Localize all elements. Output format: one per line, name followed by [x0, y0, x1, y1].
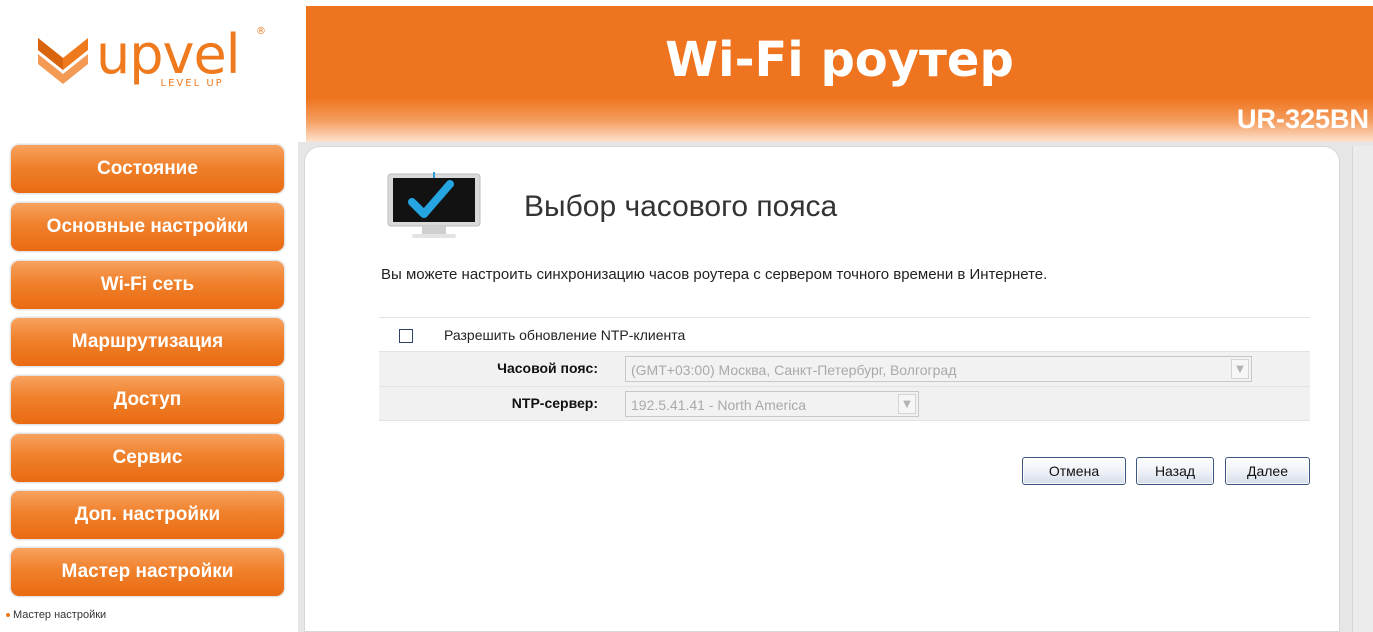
logo-word: upvel	[96, 23, 241, 86]
logo-area: upvel LEVEL UP ®	[0, 0, 306, 142]
ntp-enable-label: Разрешить обновление NTP-клиента	[444, 327, 686, 343]
chevron-down-icon: ▼	[1231, 359, 1249, 379]
upvel-logo[interactable]: upvel LEVEL UP	[34, 23, 241, 89]
bullet-icon	[6, 613, 10, 617]
back-button[interactable]: Назад	[1136, 457, 1214, 485]
sidebar-item-label: Основные настройки	[46, 216, 249, 237]
sidebar-item-setup-wizard[interactable]: Мастер настройки	[10, 547, 285, 597]
ntp-server-row: NTP-сервер: 192.5.41.41 - North America …	[379, 386, 1310, 421]
sidebar-item-label: Сервис	[112, 447, 183, 468]
sidebar-item-advanced[interactable]: Доп. настройки	[10, 490, 285, 540]
back-button-label: Назад	[1154, 463, 1196, 479]
cancel-button-label: Отмена	[1048, 463, 1100, 479]
page-root: upvel LEVEL UP ® Wi-Fi роутер UR-325BN С…	[0, 0, 1373, 632]
page-title: Выбор часового пояса	[524, 190, 838, 223]
ntp-server-label: NTP-сервер:	[511, 395, 598, 411]
ntp-enable-row: Разрешить обновление NTP-клиента	[379, 317, 1310, 351]
sidebar-item-label: Доступ	[113, 389, 182, 410]
logo-registered-mark: ®	[256, 26, 266, 37]
sidebar-item-routing[interactable]: Маршрутизация	[10, 317, 285, 367]
upvel-chevron-icon	[38, 38, 88, 84]
sidebar-subitem-setup-wizard[interactable]: Мастер настройки	[6, 609, 106, 621]
timezone-form: Разрешить обновление NTP-клиента Часовой…	[379, 317, 1310, 421]
sidebar-item-label: Маршрутизация	[71, 331, 224, 352]
chevron-down-icon: ▼	[898, 394, 916, 414]
ntp-enable-checkbox[interactable]	[399, 329, 413, 343]
scrollbar[interactable]	[1352, 146, 1373, 632]
timezone-value: (GMT+03:00) Москва, Санкт-Петербург, Вол…	[631, 362, 957, 378]
monitor-check-icon	[387, 172, 481, 238]
next-button[interactable]: Далее	[1225, 457, 1310, 485]
sidebar-item-wifi[interactable]: Wi-Fi сеть	[10, 260, 285, 310]
sidebar-item-label: Wi-Fi сеть	[100, 274, 195, 295]
next-button-label: Далее	[1246, 463, 1288, 479]
sidebar-item-label: Доп. настройки	[74, 504, 221, 525]
model-name: UR-325BN	[1236, 104, 1369, 134]
timezone-row: Часовой пояс: (GMT+03:00) Москва, Санкт-…	[379, 351, 1310, 386]
sidebar-item-status[interactable]: Состояние	[10, 144, 285, 194]
ntp-server-select[interactable]: 192.5.41.41 - North America ▼	[625, 391, 919, 417]
sidebar-item-service[interactable]: Сервис	[10, 433, 285, 483]
timezone-select[interactable]: (GMT+03:00) Москва, Санкт-Петербург, Вол…	[625, 356, 1252, 382]
page-description: Вы можете настроить синхронизацию часов …	[381, 266, 1048, 283]
header-banner: Wi-Fi роутер UR-325BN	[306, 6, 1373, 142]
sidebar-subitem-label: Мастер настройки	[13, 609, 107, 621]
header-title: Wi-Fi роутер	[665, 32, 1014, 88]
cancel-button[interactable]: Отмена	[1022, 457, 1126, 485]
sidebar-item-basic-settings[interactable]: Основные настройки	[10, 202, 285, 252]
sidebar-item-label: Мастер настройки	[61, 561, 234, 582]
sidebar-item-label: Состояние	[97, 158, 198, 179]
sidebar-item-access[interactable]: Доступ	[10, 375, 285, 425]
ntp-server-value: 192.5.41.41 - North America	[631, 397, 807, 413]
timezone-label: Часовой пояс:	[497, 360, 598, 376]
